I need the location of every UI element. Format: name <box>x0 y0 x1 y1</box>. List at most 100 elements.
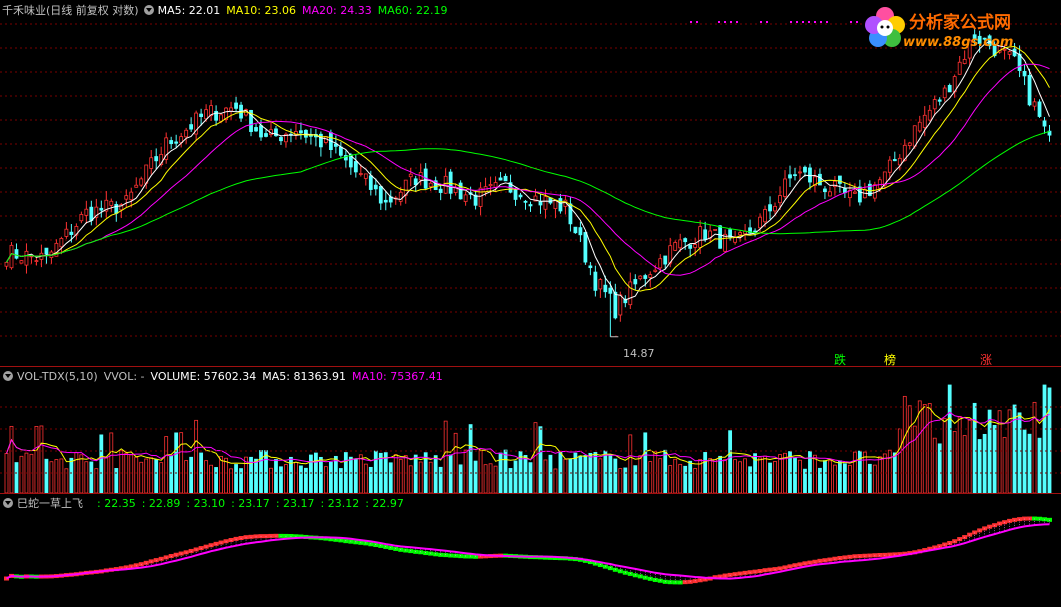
ma10-line <box>6 45 1050 292</box>
volume-bar <box>59 458 64 494</box>
indicator-block <box>727 572 733 577</box>
volume-bar <box>543 459 548 494</box>
candle-body <box>937 99 942 102</box>
volume-bar <box>418 461 423 494</box>
candle-body <box>638 275 643 280</box>
candle-body <box>778 195 782 204</box>
volume-panel[interactable]: VOL-TDX(5,10) VVOL: - VOLUME: 57602.34 M… <box>0 367 1061 494</box>
volume-bar <box>224 457 228 494</box>
indicator-block <box>632 573 638 578</box>
volume-bar <box>857 450 862 494</box>
candle-body <box>648 274 653 278</box>
indicator-block <box>268 533 274 538</box>
volume-bar <box>962 435 967 494</box>
candle-body <box>588 265 593 269</box>
volume-bar <box>463 449 468 494</box>
volume-bar <box>129 454 134 494</box>
volume-bar <box>828 460 832 494</box>
volume-bar <box>773 461 777 494</box>
indicator-block <box>403 548 409 553</box>
candle-body <box>4 261 9 267</box>
candle-body <box>922 114 927 128</box>
volume-bar <box>179 432 184 494</box>
candle-body <box>229 107 233 112</box>
indicator-panel[interactable]: 巳蛇一草上飞 : 22.35 : 22.89 : 23.10 : 23.17 :… <box>0 494 1061 607</box>
volume-bar <box>274 459 278 494</box>
volume-bar <box>867 463 872 494</box>
volume-bar <box>194 419 199 494</box>
volume-bar <box>972 402 977 494</box>
volume-bar <box>578 455 583 494</box>
candle-body <box>368 175 373 190</box>
volume-bar <box>54 459 59 494</box>
candle-body <box>463 194 468 202</box>
volume-bar <box>1027 433 1032 494</box>
indicator-block <box>368 542 374 547</box>
candle-body <box>109 200 114 206</box>
indicator-block <box>737 571 743 576</box>
indicator-chart[interactable] <box>0 494 1061 607</box>
indicator-block <box>218 540 224 545</box>
volume-bar <box>279 466 283 494</box>
volume-bar <box>64 468 69 494</box>
indicator-block <box>982 526 988 531</box>
indicator-block <box>208 543 214 548</box>
volume-bar <box>558 451 563 494</box>
indicator-block <box>997 521 1003 526</box>
candle-body <box>14 249 19 259</box>
candle-body <box>234 102 238 109</box>
candle-body <box>788 174 792 179</box>
volume-bar <box>628 434 633 494</box>
candle-body <box>79 214 84 222</box>
volume-bar <box>877 456 882 494</box>
volume-bar <box>34 426 39 494</box>
logo-url: www.88gs.com <box>903 35 1014 50</box>
candle-body <box>808 167 812 183</box>
volume-chart[interactable] <box>0 367 1061 494</box>
candle-body <box>628 281 633 306</box>
volume-bar <box>1047 387 1052 494</box>
candle-body <box>927 109 932 121</box>
volume-bar <box>164 436 169 494</box>
volume-bar <box>1042 384 1047 494</box>
volume-bar <box>793 457 797 494</box>
volume-bar <box>678 463 683 494</box>
candle-body <box>34 260 39 262</box>
volume-bar <box>897 428 902 494</box>
volume-bar <box>758 457 762 494</box>
volume-bar <box>443 420 448 494</box>
candle-body <box>358 173 363 175</box>
indicator-block <box>987 524 993 529</box>
candle-body <box>9 244 14 269</box>
volume-bar <box>813 454 817 494</box>
indicator-block <box>607 566 613 571</box>
indicator-block <box>423 551 429 556</box>
indicator-block <box>872 553 878 558</box>
candle-body <box>353 161 358 173</box>
volume-bar <box>538 426 543 494</box>
indicator-block <box>942 542 948 547</box>
volume-bar <box>323 466 328 494</box>
candle-body <box>428 182 433 188</box>
volume-bar <box>483 464 488 494</box>
volume-bar <box>648 461 653 494</box>
candle-body <box>962 58 967 64</box>
candle-body <box>84 208 89 216</box>
indicator-block <box>443 553 449 558</box>
candle-body <box>678 239 683 249</box>
volume-bar <box>1037 437 1042 494</box>
volume-bar <box>1002 437 1007 494</box>
indicator-block <box>173 552 179 557</box>
indicator-block <box>747 570 753 575</box>
candle-body <box>264 133 268 137</box>
volume-bar <box>947 384 952 494</box>
candle-body <box>473 194 478 206</box>
indicator-block <box>822 558 828 563</box>
candle-body <box>773 206 777 212</box>
indicator-block <box>378 543 384 548</box>
candle-body <box>528 204 533 207</box>
volume-bar <box>69 457 74 494</box>
candle-body <box>1042 120 1047 127</box>
volume-bar <box>967 419 972 494</box>
candle-body <box>912 125 917 147</box>
